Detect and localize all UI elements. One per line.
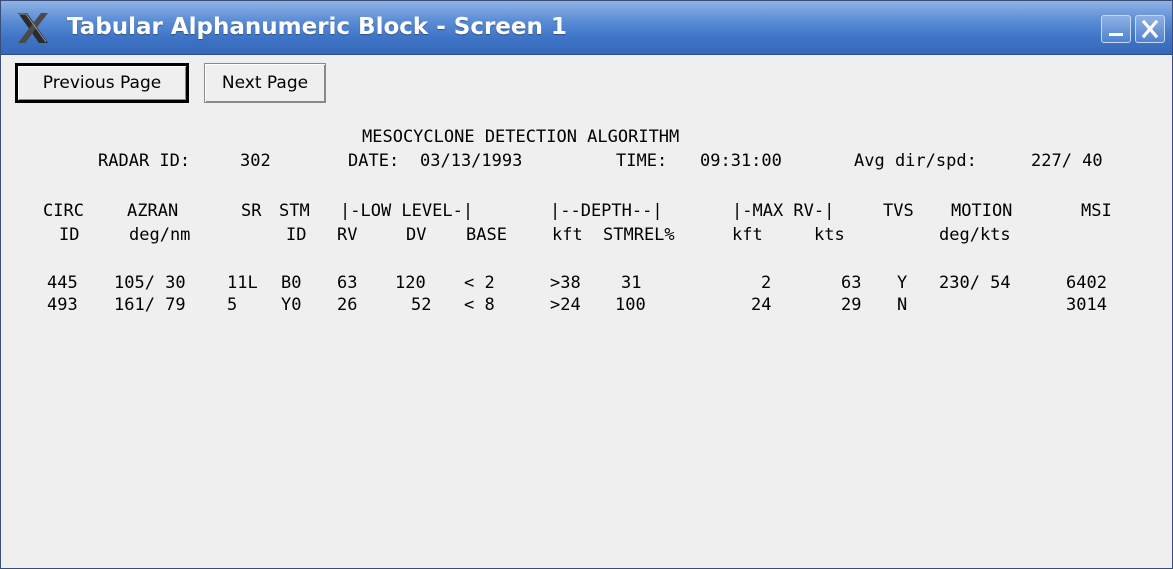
- table-cell: N: [897, 295, 908, 315]
- header-base: BASE: [466, 225, 507, 245]
- header-azran-units: deg/nm: [129, 225, 191, 245]
- header-tvs: TVS: [883, 201, 914, 221]
- header-dv: DV: [406, 225, 427, 245]
- header-circ: CIRC: [43, 201, 84, 221]
- time-value: 09:31:00: [700, 151, 782, 171]
- header-rv: RV: [337, 225, 358, 245]
- table-cell: 5: [227, 295, 238, 315]
- content-area: Previous Page Next Page MESOCYCLONE DETE…: [1, 55, 1172, 568]
- table-cell: 29: [841, 295, 862, 315]
- radar-id-label: RADAR ID:: [98, 151, 191, 171]
- table-cell: 63: [841, 273, 862, 293]
- table-cell: 26: [337, 295, 358, 315]
- table-cell: Y: [897, 273, 908, 293]
- next-page-button[interactable]: Next Page: [204, 63, 326, 103]
- title-bar[interactable]: Tabular Alphanumeric Block - Screen 1: [1, 1, 1172, 55]
- date-value: 03/13/1993: [420, 151, 523, 171]
- table-cell: < 2: [464, 273, 495, 293]
- table-cell: 120: [395, 273, 426, 293]
- header-azran: AZRAN: [127, 201, 179, 221]
- table-cell: >24: [550, 295, 581, 315]
- table-cell: 3014: [1066, 295, 1107, 315]
- header-stm: STM: [279, 201, 310, 221]
- header-deg-kts: deg/kts: [939, 225, 1011, 245]
- table-cell: 105/ 30: [114, 273, 186, 293]
- close-icon: [1141, 19, 1159, 39]
- header-sr: SR: [241, 201, 262, 221]
- header-max-kft: kft: [732, 225, 763, 245]
- report-title: MESOCYCLONE DETECTION ALGORITHM: [362, 127, 680, 147]
- header-depth: |--DEPTH--|: [550, 201, 663, 221]
- window-title: Tabular Alphanumeric Block - Screen 1: [67, 14, 567, 40]
- radar-id-value: 302: [240, 151, 271, 171]
- table-cell: 230/ 54: [939, 273, 1011, 293]
- avg-dir-spd-value: 227/ 40: [1031, 151, 1103, 171]
- table-cell: 6402: [1066, 273, 1107, 293]
- table-cell: Y0: [281, 295, 302, 315]
- header-max-rv: |-MAX RV-|: [732, 201, 835, 221]
- date-label: DATE:: [348, 151, 400, 171]
- close-button[interactable]: [1135, 15, 1165, 43]
- app-window: Tabular Alphanumeric Block - Screen 1 Pr…: [0, 0, 1173, 569]
- header-kts: kts: [814, 225, 845, 245]
- header-low-level: |-LOW LEVEL-|: [340, 201, 474, 221]
- table-cell: 493: [47, 295, 78, 315]
- minimize-button[interactable]: [1101, 15, 1131, 43]
- time-label: TIME:: [616, 151, 668, 171]
- avg-dir-spd-label: Avg dir/spd:: [854, 151, 977, 171]
- table-cell: B0: [281, 273, 302, 293]
- previous-page-button[interactable]: Previous Page: [15, 63, 189, 103]
- header-depth-kft: kft: [552, 225, 583, 245]
- table-cell: 2: [761, 273, 772, 293]
- table-cell: 52: [411, 295, 432, 315]
- table-cell: < 8: [464, 295, 495, 315]
- table-cell: 100: [615, 295, 646, 315]
- table-cell: 11L: [227, 273, 258, 293]
- table-cell: 161/ 79: [114, 295, 186, 315]
- table-cell: 24: [751, 295, 772, 315]
- table-cell: 445: [47, 273, 78, 293]
- table-cell: 63: [337, 273, 358, 293]
- table-cell: >38: [550, 273, 581, 293]
- minimize-icon: [1109, 33, 1123, 36]
- table-cell: 31: [621, 273, 642, 293]
- header-motion: MOTION: [951, 201, 1013, 221]
- header-circ-id: ID: [59, 225, 80, 245]
- x-logo-icon: [18, 13, 48, 43]
- header-msi: MSI: [1081, 201, 1112, 221]
- header-stmrel: STMREL%: [603, 225, 675, 245]
- header-stm-id: ID: [286, 225, 307, 245]
